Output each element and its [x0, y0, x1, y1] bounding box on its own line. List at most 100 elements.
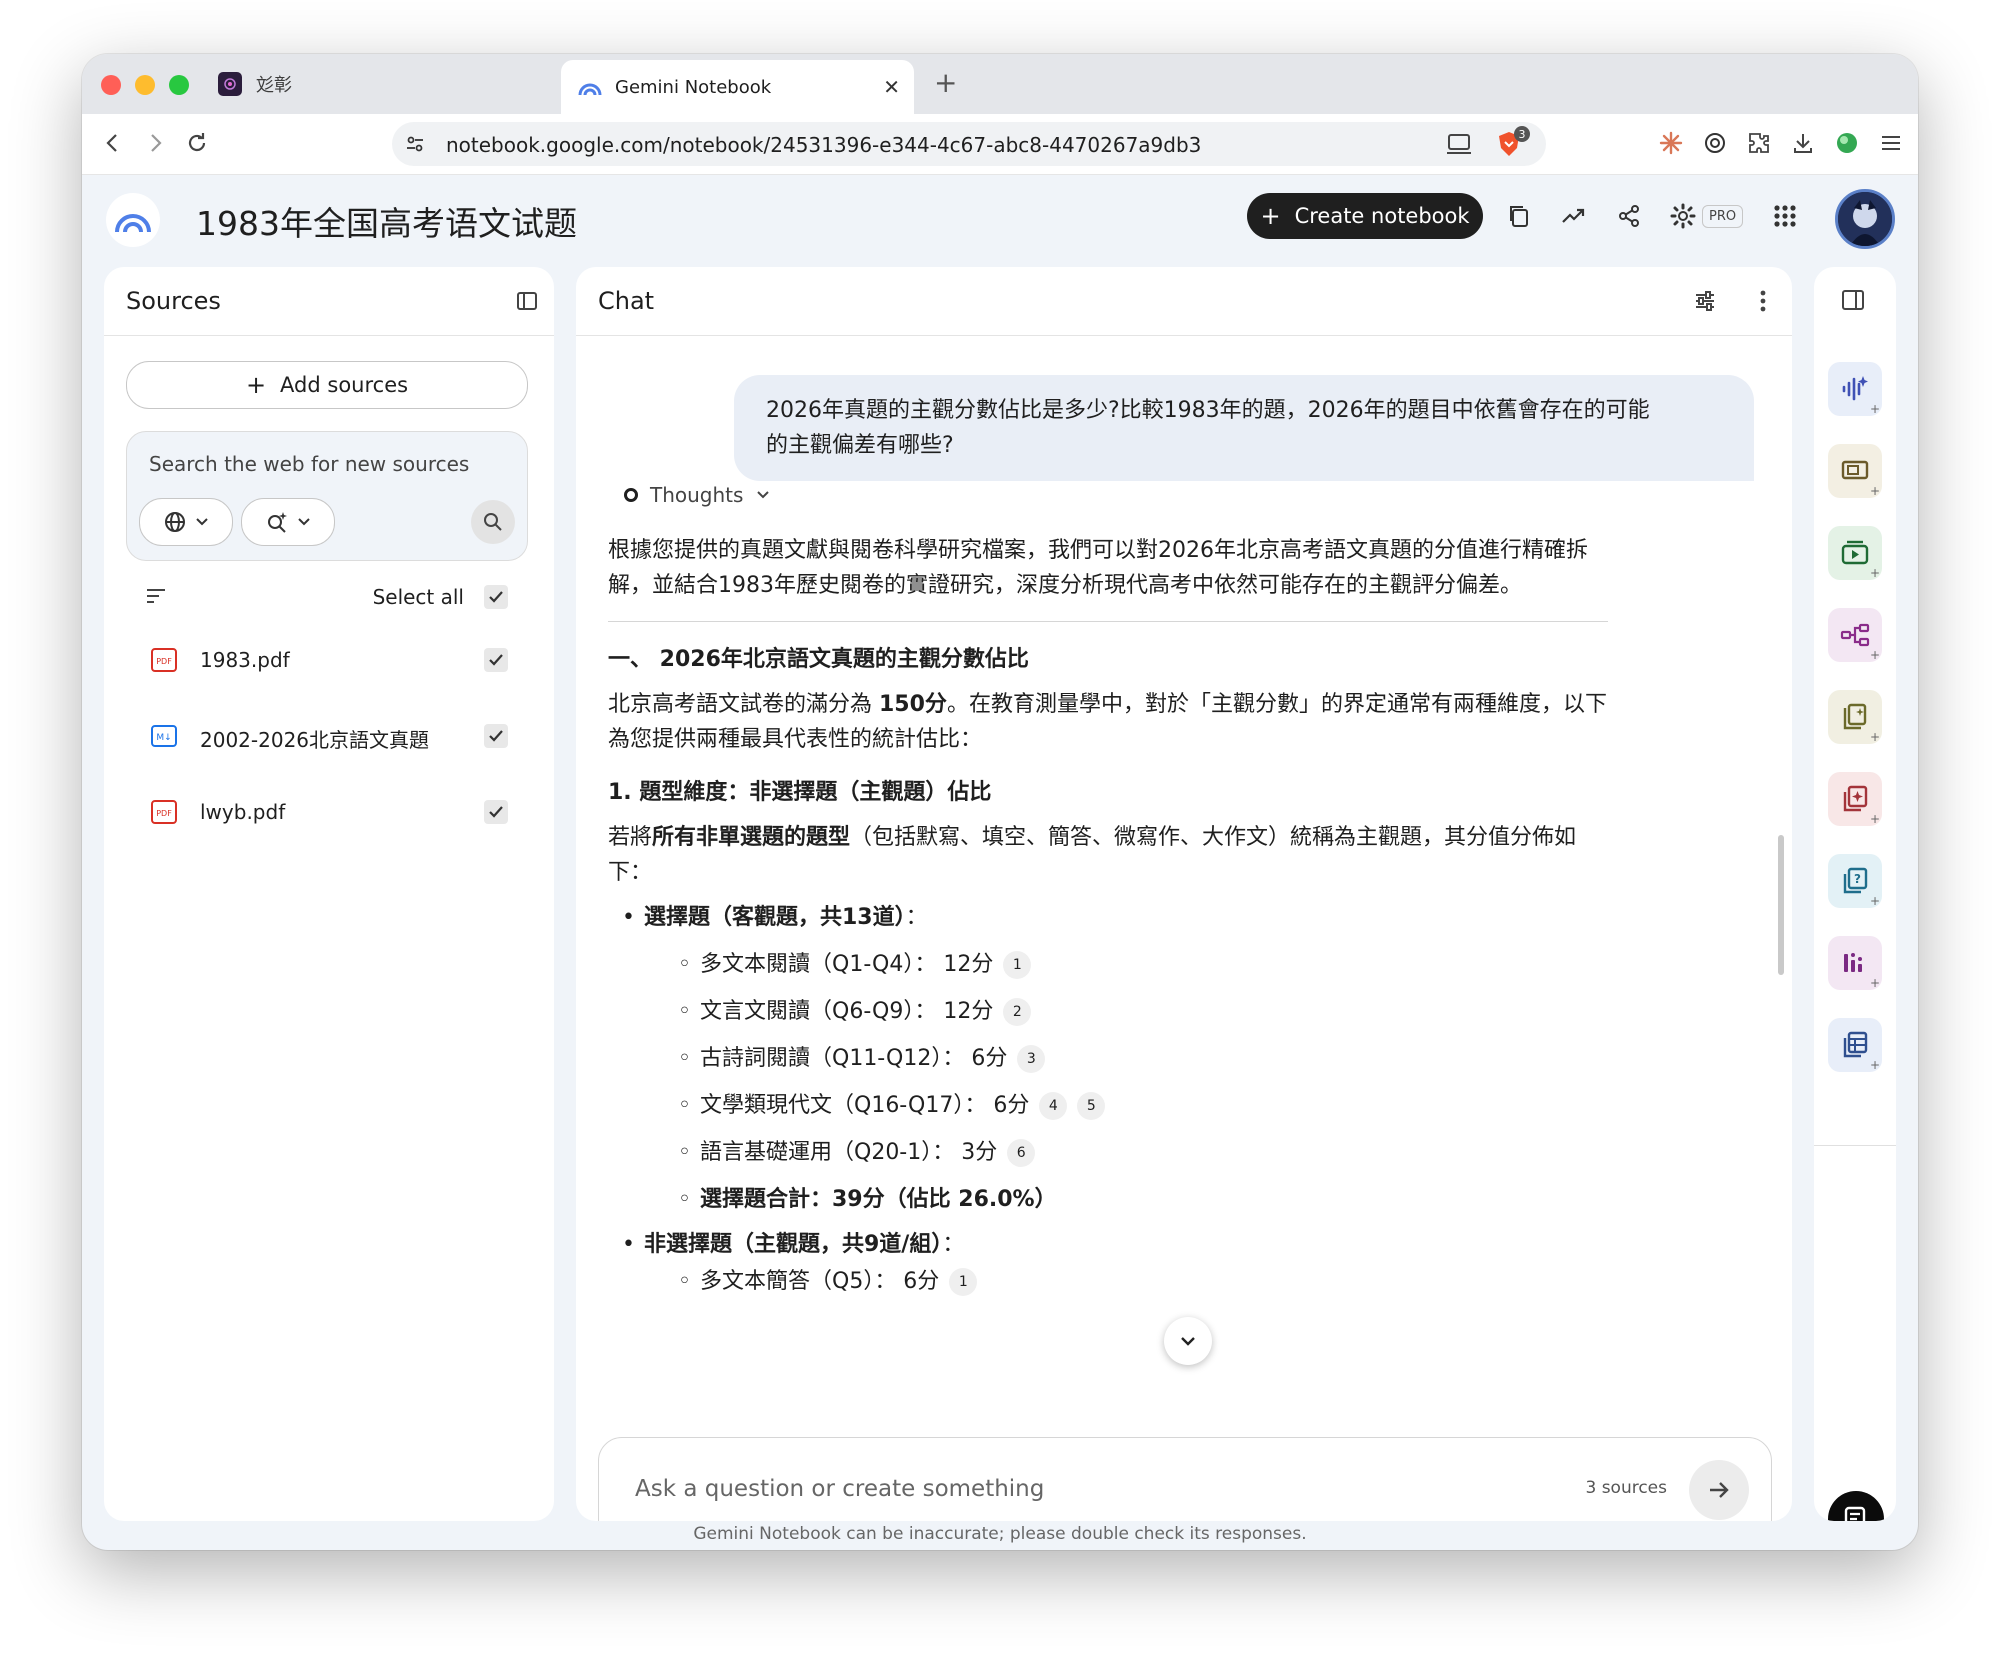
add-note-button[interactable]: [1828, 1491, 1884, 1521]
web-source-search[interactable]: Search the web for new sources: [126, 431, 528, 561]
web-search-placeholder[interactable]: Search the web for new sources: [149, 452, 469, 476]
infographic-icon[interactable]: +: [1828, 936, 1882, 990]
scroll-to-bottom-button[interactable]: [1164, 1317, 1212, 1365]
claude-extension-icon[interactable]: [1656, 128, 1686, 158]
chat-panel: Chat 2026年真題的主觀分數佔比是多少?比較1983年的題，2026年的題…: [576, 267, 1792, 1521]
expand-studio-icon[interactable]: [1840, 287, 1866, 317]
collapse-panel-icon[interactable]: [512, 286, 542, 316]
chat-composer: 3 sources: [598, 1437, 1772, 1521]
svg-text:M↓: M↓: [156, 733, 171, 743]
download-icon[interactable]: [1788, 128, 1818, 158]
answer-list: 選擇題（客觀題，共13道）： 多文本閱讀（Q1-Q4）： 12分1 文言文閱讀（…: [608, 900, 1608, 1299]
citation-chip[interactable]: 2: [1003, 998, 1032, 1026]
tab-inactive-title: 彣彰: [256, 75, 292, 96]
data-table-icon[interactable]: +: [1828, 1018, 1882, 1072]
avatar[interactable]: [1835, 189, 1895, 249]
report-icon[interactable]: +: [1828, 690, 1882, 744]
tab-active[interactable]: Gemini Notebook ✕: [561, 60, 914, 114]
chevron-down-icon: [1181, 1337, 1195, 1346]
mind-map-icon[interactable]: +: [1828, 608, 1882, 662]
copy-icon[interactable]: [1502, 199, 1536, 233]
svg-text:?: ?: [1854, 872, 1861, 886]
site-settings-icon[interactable]: [404, 133, 426, 155]
chat-scrollbar[interactable]: [1778, 835, 1784, 975]
research-mode-dropdown[interactable]: [241, 498, 335, 546]
divider: [608, 621, 1608, 622]
analytics-icon[interactable]: [1556, 199, 1590, 233]
thoughts-toggle[interactable]: Thoughts: [624, 483, 771, 507]
add-sources-button[interactable]: + Add sources: [126, 361, 528, 409]
share-icon[interactable]: [1612, 199, 1646, 233]
citation-chip[interactable]: 5: [1077, 1092, 1106, 1120]
apps-grid-icon[interactable]: [1768, 199, 1802, 233]
close-window-button[interactable]: [101, 75, 121, 95]
slides-icon[interactable]: +: [1828, 444, 1882, 498]
source-checkbox[interactable]: [484, 800, 508, 824]
search-submit-button[interactable]: [471, 500, 515, 544]
answer-paragraph: 北京高考語文試卷的滿分為 150分。在教育測量學中，對於「主觀分數」的界定通常有…: [608, 692, 1607, 752]
menu-icon[interactable]: [1876, 128, 1906, 158]
citation-chip[interactable]: 3: [1017, 1045, 1046, 1073]
chat-title: Chat: [598, 287, 655, 315]
flashcards-icon[interactable]: +: [1828, 772, 1882, 826]
citation-chip[interactable]: 4: [1039, 1092, 1068, 1120]
video-overview-icon[interactable]: +: [1828, 526, 1882, 580]
extensions-icon[interactable]: [1744, 128, 1774, 158]
chat-input[interactable]: [633, 1466, 1517, 1512]
list-item: 非選擇題（主觀題，共9道/組）：: [608, 1227, 1608, 1262]
cast-icon[interactable]: [1446, 132, 1472, 156]
answer-intro: 根據您提供的真題文獻與閱卷科學研究檔案，我們可以對2026年北京高考語文真題的分…: [608, 538, 1588, 598]
sources-title: Sources: [126, 287, 221, 315]
web-scope-dropdown[interactable]: [139, 498, 233, 546]
sparkle-search-icon: [268, 512, 287, 533]
tab-strip: 彣彰 Gemini Notebook ✕ +: [82, 54, 1918, 114]
markdown-file-icon: M↓: [151, 725, 177, 747]
source-count: 3 sources: [1585, 1478, 1667, 1498]
close-tab-icon[interactable]: ✕: [883, 75, 900, 99]
send-button[interactable]: [1689, 1460, 1749, 1520]
list-item: 文言文閱讀（Q6-Q9）： 12分2: [608, 994, 1608, 1029]
citation-chip[interactable]: 1: [1003, 951, 1032, 979]
source-item[interactable]: M↓ 2002-2026北京語文真題: [126, 709, 526, 763]
create-notebook-label: Create notebook: [1294, 204, 1470, 228]
citation-chip[interactable]: 1: [949, 1268, 978, 1296]
gemini-notebook-favicon-icon: [578, 83, 602, 96]
source-checkbox[interactable]: [484, 724, 508, 748]
citation-chip[interactable]: 6: [1007, 1139, 1036, 1167]
openai-extension-icon[interactable]: [1700, 128, 1730, 158]
chat-conversation[interactable]: 2026年真題的主觀分數佔比是多少?比較1983年的題，2026年的題目中依舊會…: [576, 335, 1792, 1457]
create-notebook-button[interactable]: + Create notebook: [1247, 193, 1483, 239]
browser-window: 彣彰 Gemini Notebook ✕ + notebook.google.c…: [82, 54, 1918, 1550]
settings-gear-icon[interactable]: [1666, 199, 1700, 233]
tab-inactive[interactable]: 彣彰: [218, 66, 292, 102]
quiz-icon[interactable]: ? +: [1828, 854, 1882, 908]
notebook-logo-icon[interactable]: [106, 193, 160, 247]
brave-badge: 3: [1514, 126, 1530, 142]
search-icon: [484, 513, 502, 531]
reload-icon[interactable]: [182, 128, 212, 158]
arrow-right-icon: [1710, 1482, 1729, 1498]
source-name: lwyb.pdf: [200, 800, 286, 824]
new-tab-button[interactable]: +: [934, 66, 957, 99]
chat-settings-icon[interactable]: [1690, 286, 1720, 316]
source-item[interactable]: PDF lwyb.pdf: [126, 785, 526, 839]
brave-shields-icon[interactable]: 3: [1496, 126, 1530, 160]
back-icon[interactable]: [98, 128, 128, 158]
source-name: 2002-2026北京語文真題: [200, 728, 430, 752]
forward-icon[interactable]: [140, 128, 170, 158]
globe-icon: [165, 512, 185, 532]
tab-active-title: Gemini Notebook: [615, 76, 772, 98]
profile-extension-icon[interactable]: [1832, 128, 1862, 158]
minimize-window-button[interactable]: [135, 75, 155, 95]
more-options-icon[interactable]: [1748, 286, 1778, 316]
source-checkbox[interactable]: [484, 648, 508, 672]
audio-overview-icon[interactable]: +: [1828, 362, 1882, 416]
zoom-window-button[interactable]: [169, 75, 189, 95]
select-all-checkbox[interactable]: [484, 585, 508, 609]
user-message: 2026年真題的主觀分數佔比是多少?比較1983年的題，2026年的題目中依舊會…: [734, 375, 1754, 481]
filter-icon[interactable]: [146, 587, 166, 605]
address-bar[interactable]: notebook.google.com/notebook/24531396-e3…: [392, 122, 1546, 166]
list-item: 選擇題合計：39分（佔比 26.0%）: [608, 1182, 1608, 1217]
source-item[interactable]: PDF 1983.pdf: [126, 633, 526, 687]
notebook-title[interactable]: 1983年全国高考语文试题: [196, 197, 577, 245]
